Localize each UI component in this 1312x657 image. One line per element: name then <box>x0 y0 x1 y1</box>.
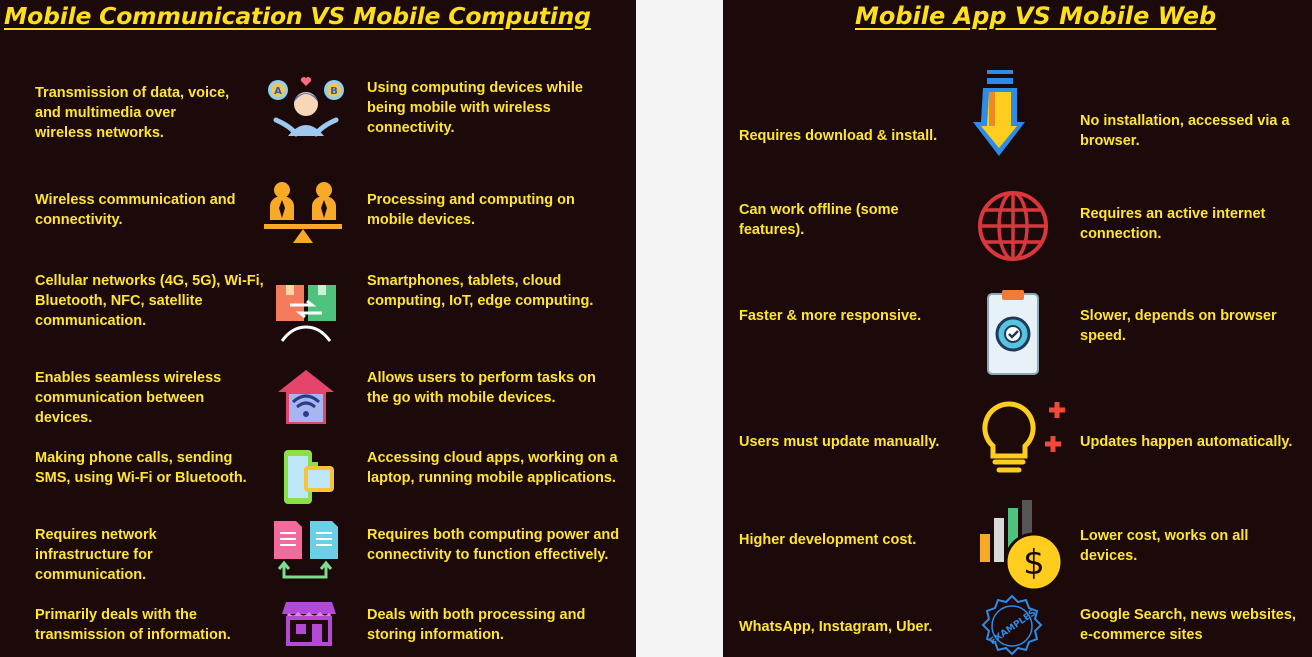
app-cell-5: Higher development cost. <box>739 532 917 548</box>
app-cell-6: WhatsApp, Instagram, Uber. <box>739 619 933 635</box>
exchange-boxes-icon <box>274 283 338 345</box>
computing-cell-5: Accessing cloud apps, working on a lapto… <box>367 450 618 486</box>
svg-text:$: $ <box>1023 543 1045 583</box>
communication-cell-7: Primarily deals with the transmission of… <box>35 607 231 643</box>
examples-stamp-icon: EXAMPLES <box>980 594 1044 657</box>
mobile-communication-vs-computing-panel: Mobile Communication VS Mobile Computing… <box>0 0 636 657</box>
computing-cell-3: Smartphones, tablets, cloud computing, I… <box>367 273 594 309</box>
app-cell-1: Requires download & install. <box>739 128 938 144</box>
file-transfer-icon <box>270 517 342 585</box>
app-cell-4: Users must update manually. <box>739 434 940 450</box>
communication-cell-5: Making phone calls, sending SMS, using W… <box>35 450 247 486</box>
computing-cell-6: Requires both computing power and connec… <box>367 527 620 563</box>
phone-watch-icon <box>280 448 340 508</box>
web-cell-4: Updates happen automatically. <box>1080 434 1293 450</box>
svg-text:A: A <box>274 86 282 97</box>
computing-cell-2: Processing and computing on mobile devic… <box>367 192 575 228</box>
store-icon <box>282 598 336 648</box>
computing-cell-1: Using computing devices while being mobi… <box>367 80 583 136</box>
communication-cell-6: Requires network infrastructure for comm… <box>35 527 157 583</box>
globe-icon <box>977 190 1049 262</box>
svg-text:B: B <box>330 86 338 97</box>
web-cell-6: Google Search, news websites, e-commerce… <box>1080 607 1296 643</box>
web-cell-2: Requires an active internet connection. <box>1080 206 1266 242</box>
right-panel-title: Mobile App VS Mobile Web <box>855 2 1217 30</box>
app-cell-3: Faster & more responsive. <box>739 308 922 324</box>
person-choosing-icon: A B <box>266 76 346 148</box>
app-cell-2: Can work offline (some features). <box>739 202 899 238</box>
computing-cell-4: Allows users to perform tasks on the go … <box>367 370 596 406</box>
mobile-app-vs-web-panel: Mobile App VS Mobile Web Requires downlo… <box>723 0 1312 657</box>
communication-cell-2: Wireless communication and connectivity. <box>35 192 236 228</box>
left-panel-title: Mobile Communication VS Mobile Computing <box>4 2 591 30</box>
communication-cell-1: Transmission of data, voice, and multime… <box>35 85 230 141</box>
web-cell-1: No installation, accessed via a browser. <box>1080 113 1290 149</box>
communication-cell-4: Enables seamless wireless communication … <box>35 370 222 426</box>
computing-cell-7: Deals with both processing and storing i… <box>367 607 586 643</box>
cost-chart-icon: $ <box>978 500 1068 592</box>
web-cell-3: Slower, depends on browser speed. <box>1080 308 1277 344</box>
clipboard-gear-icon <box>985 288 1041 378</box>
communication-cell-3: Cellular networks (4G, 5G), Wi-Fi, Bluet… <box>35 273 264 329</box>
wifi-home-icon <box>275 366 337 428</box>
lightbulb-plus-icon <box>981 400 1071 480</box>
balance-people-icon <box>262 180 344 248</box>
download-arrow-icon <box>973 68 1025 158</box>
web-cell-5: Lower cost, works on all devices. <box>1080 528 1249 564</box>
